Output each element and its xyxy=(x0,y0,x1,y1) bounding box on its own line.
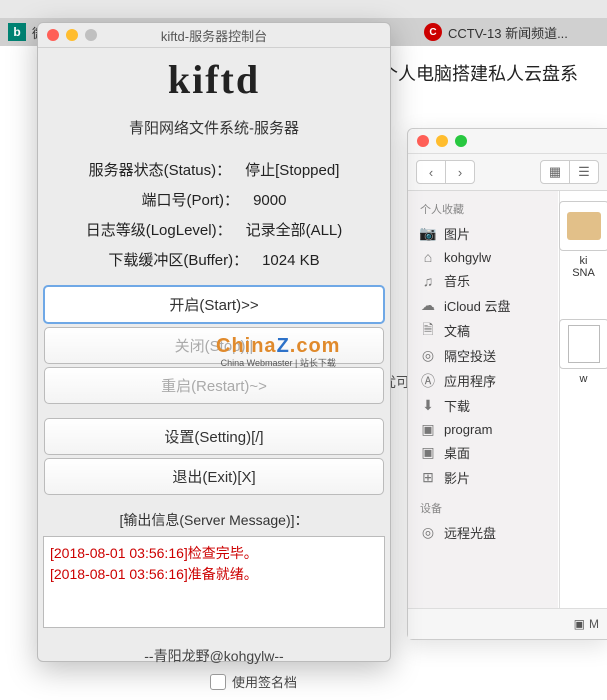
sidebar-header-dev: 设备 xyxy=(408,496,558,520)
sidebar-icon: ◎ xyxy=(420,348,436,364)
sidebar-item-9[interactable]: ▣ 桌面 xyxy=(408,440,558,465)
start-button[interactable]: 开启(Start)>> xyxy=(43,285,385,324)
sidebar-item-6[interactable]: Ⓐ 应用程序 xyxy=(408,368,558,393)
buffer-label: 下载缓冲区(Buffer)： xyxy=(108,246,248,276)
message-label: [输出信息(Server Message)]： xyxy=(38,510,390,530)
txt-icon xyxy=(559,319,607,369)
sidebar-item-label: 远程光盘 xyxy=(444,523,496,542)
app-subtitle: 青阳网络文件系统-服务器 xyxy=(38,117,390,138)
sidebar-item-3[interactable]: ☁ iCloud 云盘 xyxy=(408,293,558,318)
status-block: 服务器状态(Status)： 停止[Stopped] 端口号(Port)： 9000… xyxy=(38,156,390,276)
finder-window: ‹ › ▦ ☰ 个人收藏 📷 图片 ⌂ kohgylw ♫ 音乐 ☁ iCloud 云盘 🗎 文稿… xyxy=(407,128,607,640)
view-buttons[interactable]: ▦ ☰ xyxy=(540,160,599,184)
kiftd-titlebar: kiftd-服务器控制台 xyxy=(38,23,390,48)
finder-titlebar xyxy=(408,129,607,154)
sidebar-icon: ♫ xyxy=(420,273,436,289)
sidebar-item-label: 应用程序 xyxy=(444,371,496,390)
sidebar-item-label: program xyxy=(444,422,492,437)
checkbox-icon[interactable] xyxy=(210,674,226,690)
sidebar-item-2[interactable]: ♫ 音乐 xyxy=(408,268,558,293)
drive-label: M xyxy=(589,617,599,631)
buffer-value: 1024 KB xyxy=(262,246,320,276)
sidebar-item-label: iCloud 云盘 xyxy=(444,296,510,315)
maximize-icon[interactable] xyxy=(455,135,467,147)
icon-view-button[interactable]: ▦ xyxy=(541,161,569,183)
sidebar-item-label: 桌面 xyxy=(444,443,470,462)
file-item-jar[interactable]: ki SNA xyxy=(559,201,607,279)
app-footer: --青阳龙野@kohgylw-- xyxy=(38,646,390,666)
sidebar-item-label: 音乐 xyxy=(444,271,470,290)
status-label: 服务器状态(Status)： xyxy=(89,156,232,186)
signature-checkbox-row[interactable]: 使用签名档 xyxy=(210,672,297,691)
window-title: kiftd-服务器控制台 xyxy=(38,26,390,45)
list-view-button[interactable]: ☰ xyxy=(569,161,598,183)
close-icon[interactable] xyxy=(417,135,429,147)
sidebar-icon: ▣ xyxy=(420,421,436,437)
button-area: 开启(Start)>> 关闭(Stop)|| 重启(Restart)~> 设置(… xyxy=(38,276,390,504)
sidebar-item-label: 文稿 xyxy=(444,321,470,340)
checkbox-label: 使用签名档 xyxy=(232,672,297,691)
log-line: [2018-08-01 03:56:16]检查完毕。 xyxy=(50,543,378,564)
stop-button: 关闭(Stop)|| xyxy=(44,327,384,364)
log-line: [2018-08-01 03:56:16]准备就绪。 xyxy=(50,564,378,585)
sidebar-item-1[interactable]: ⌂ kohgylw xyxy=(408,246,558,268)
cctv-icon: C xyxy=(424,23,442,41)
sidebar-item-10[interactable]: ⊞ 影片 xyxy=(408,465,558,490)
sidebar-header-fav: 个人收藏 xyxy=(408,197,558,221)
tab-label-2: CCTV-13 新闻频道... xyxy=(448,23,568,42)
finder-traffic-lights[interactable] xyxy=(417,135,467,147)
finder-sidebar: 个人收藏 📷 图片 ⌂ kohgylw ♫ 音乐 ☁ iCloud 云盘 🗎 文稿 ◎ 隔空投送 Ⓐ 应用… xyxy=(408,191,558,639)
sidebar-item-label: 图片 xyxy=(444,224,470,243)
sidebar-icon: ⌂ xyxy=(420,249,436,265)
sidebar-item-7[interactable]: ⬇ 下载 xyxy=(408,393,558,418)
status-value: 停止[Stopped] xyxy=(245,156,339,186)
file-item-txt[interactable]: w xyxy=(559,319,607,385)
bing-icon: b xyxy=(8,23,26,41)
sidebar-item-0[interactable]: 📷 图片 xyxy=(408,221,558,246)
forward-button[interactable]: › xyxy=(445,161,474,183)
restart-button: 重启(Restart)~> xyxy=(44,367,384,404)
sidebar-item-4[interactable]: 🗎 文稿 xyxy=(408,318,558,343)
browser-tab-cctv[interactable]: C CCTV-13 新闻频道... xyxy=(424,18,568,46)
exit-button[interactable]: 退出(Exit)[X] xyxy=(44,458,384,495)
jar-icon xyxy=(559,201,607,251)
sidebar-item-label: 影片 xyxy=(444,468,470,487)
finder-statusbar: ▣ M xyxy=(408,608,607,639)
app-logo: kiftd xyxy=(38,56,390,103)
sidebar-item-label: kohgylw xyxy=(444,250,491,265)
minimize-icon[interactable] xyxy=(436,135,448,147)
sidebar-icon: ⬇ xyxy=(420,398,436,414)
file-ext: SNA xyxy=(572,267,595,279)
message-box[interactable]: [2018-08-01 03:56:16]检查完毕。 [2018-08-01 0… xyxy=(43,536,385,628)
disc-icon: ◎ xyxy=(420,525,436,541)
sidebar-item-label: 隔空投送 xyxy=(444,346,496,365)
sidebar-icon: ⊞ xyxy=(420,470,436,486)
finder-content: ki SNA w xyxy=(559,191,607,609)
kiftd-window: kiftd-服务器控制台 kiftd 青阳网络文件系统-服务器 服务器状态(St… xyxy=(37,22,391,662)
port-label: 端口号(Port)： xyxy=(142,186,240,216)
setting-button[interactable]: 设置(Setting)[/] xyxy=(44,418,384,455)
log-value: 记录全部(ALL) xyxy=(246,216,343,246)
sidebar-icon: 🗎 xyxy=(420,323,436,339)
sidebar-item-5[interactable]: ◎ 隔空投送 xyxy=(408,343,558,368)
sidebar-icon: ▣ xyxy=(420,445,436,461)
page-heading: 个人电脑搭建私人云盘系 xyxy=(380,60,578,86)
finder-toolbar: ‹ › ▦ ☰ xyxy=(408,154,607,191)
file-name: w xyxy=(580,373,588,385)
sidebar-item-label: 下载 xyxy=(444,396,470,415)
port-value: 9000 xyxy=(253,186,286,216)
sidebar-item-remote-disc[interactable]: ◎ 远程光盘 xyxy=(408,520,558,545)
log-label: 日志等级(LogLevel)： xyxy=(86,216,232,246)
sidebar-item-8[interactable]: ▣ program xyxy=(408,418,558,440)
file-name: ki xyxy=(580,255,588,267)
sidebar-icon: 📷 xyxy=(420,226,436,242)
drive-icon: ▣ xyxy=(574,617,585,631)
nav-buttons: ‹ › xyxy=(416,160,475,184)
sidebar-icon: Ⓐ xyxy=(420,373,436,389)
back-button[interactable]: ‹ xyxy=(417,161,445,183)
sidebar-icon: ☁ xyxy=(420,298,436,314)
